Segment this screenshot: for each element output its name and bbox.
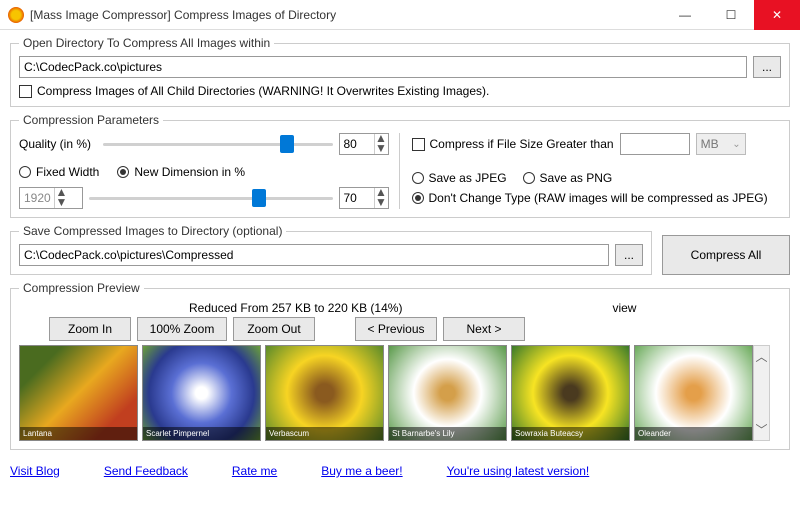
quality-spinner[interactable]: ▲▼ xyxy=(339,133,389,155)
save-png-radio[interactable]: Save as PNG xyxy=(523,171,613,185)
compression-preview-group: Compression Preview Reduced From 257 KB … xyxy=(10,281,790,450)
previous-button[interactable]: < Previous xyxy=(355,317,437,341)
size-threshold-input xyxy=(620,133,690,155)
zoom-100-button[interactable]: 100% Zoom xyxy=(137,317,227,341)
child-directories-label: Compress Images of All Child Directories… xyxy=(37,84,489,98)
browse-button[interactable]: ... xyxy=(753,56,781,78)
next-button[interactable]: Next > xyxy=(443,317,525,341)
view-label: view xyxy=(612,301,636,315)
thumbnail[interactable]: Oleander xyxy=(634,345,753,441)
thumbnail[interactable]: Sowraxia Buteacsy xyxy=(511,345,630,441)
directory-input[interactable] xyxy=(19,56,747,78)
close-button[interactable]: ✕ xyxy=(754,0,800,30)
fixed-width-spinner: ▲▼ xyxy=(19,187,83,209)
thumbnail[interactable]: Scarlet Pimpernel xyxy=(142,345,261,441)
visit-blog-link[interactable]: Visit Blog xyxy=(10,464,60,478)
dimension-slider[interactable] xyxy=(89,187,333,209)
open-directory-group: Open Directory To Compress All Images wi… xyxy=(10,36,790,107)
dont-change-type-radio[interactable]: Don't Change Type (RAW images will be co… xyxy=(412,191,768,205)
compress-all-button[interactable]: Compress All xyxy=(662,235,790,275)
fixed-width-radio[interactable]: Fixed Width xyxy=(19,165,99,179)
preview-legend: Compression Preview xyxy=(19,281,144,295)
quality-label: Quality (in %) xyxy=(19,137,97,151)
thumbnail-strip: Lantana Scarlet Pimpernel Verbascum St B… xyxy=(19,345,753,441)
app-icon xyxy=(8,7,24,23)
thumbnail[interactable]: Lantana xyxy=(19,345,138,441)
thumbnail[interactable]: St Barnarbe's Lily xyxy=(388,345,507,441)
scroll-down-icon: ﹀ xyxy=(755,421,767,438)
save-directory-group: Save Compressed Images to Directory (opt… xyxy=(10,224,652,275)
version-link[interactable]: You're using latest version! xyxy=(447,464,590,478)
zoom-in-button[interactable]: Zoom In xyxy=(49,317,131,341)
compression-parameters-group: Compression Parameters Quality (in %) ▲▼… xyxy=(10,113,790,218)
thumbnail[interactable]: Verbascum xyxy=(265,345,384,441)
maximize-button[interactable]: ☐ xyxy=(708,0,754,30)
window-title: [Mass Image Compressor] Compress Images … xyxy=(30,8,662,22)
new-dimension-radio[interactable]: New Dimension in % xyxy=(117,165,245,179)
open-directory-legend: Open Directory To Compress All Images wi… xyxy=(19,36,274,50)
save-directory-input[interactable] xyxy=(19,244,609,266)
reduced-text: Reduced From 257 KB to 220 KB (14%) xyxy=(189,301,402,315)
rate-me-link[interactable]: Rate me xyxy=(232,464,277,478)
checkbox-icon xyxy=(19,85,32,98)
zoom-out-button[interactable]: Zoom Out xyxy=(233,317,315,341)
titlebar: [Mass Image Compressor] Compress Images … xyxy=(0,0,800,30)
size-unit-select: MB xyxy=(696,133,746,155)
scroll-up-icon: ︿ xyxy=(755,348,767,365)
params-legend: Compression Parameters xyxy=(19,113,163,127)
size-threshold-checkbox[interactable]: Compress if File Size Greater than xyxy=(412,137,614,151)
minimize-button[interactable]: — xyxy=(662,0,708,30)
save-jpeg-radio[interactable]: Save as JPEG xyxy=(412,171,507,185)
vertical-scrollbar[interactable]: ︿﹀ xyxy=(753,345,770,441)
quality-slider[interactable] xyxy=(103,133,333,155)
buy-beer-link[interactable]: Buy me a beer! xyxy=(321,464,402,478)
send-feedback-link[interactable]: Send Feedback xyxy=(104,464,188,478)
save-directory-legend: Save Compressed Images to Directory (opt… xyxy=(19,224,286,238)
child-directories-checkbox[interactable]: Compress Images of All Child Directories… xyxy=(19,84,489,98)
dimension-spinner[interactable]: ▲▼ xyxy=(339,187,389,209)
save-browse-button[interactable]: ... xyxy=(615,244,643,266)
footer-links: Visit Blog Send Feedback Rate me Buy me … xyxy=(0,460,800,482)
